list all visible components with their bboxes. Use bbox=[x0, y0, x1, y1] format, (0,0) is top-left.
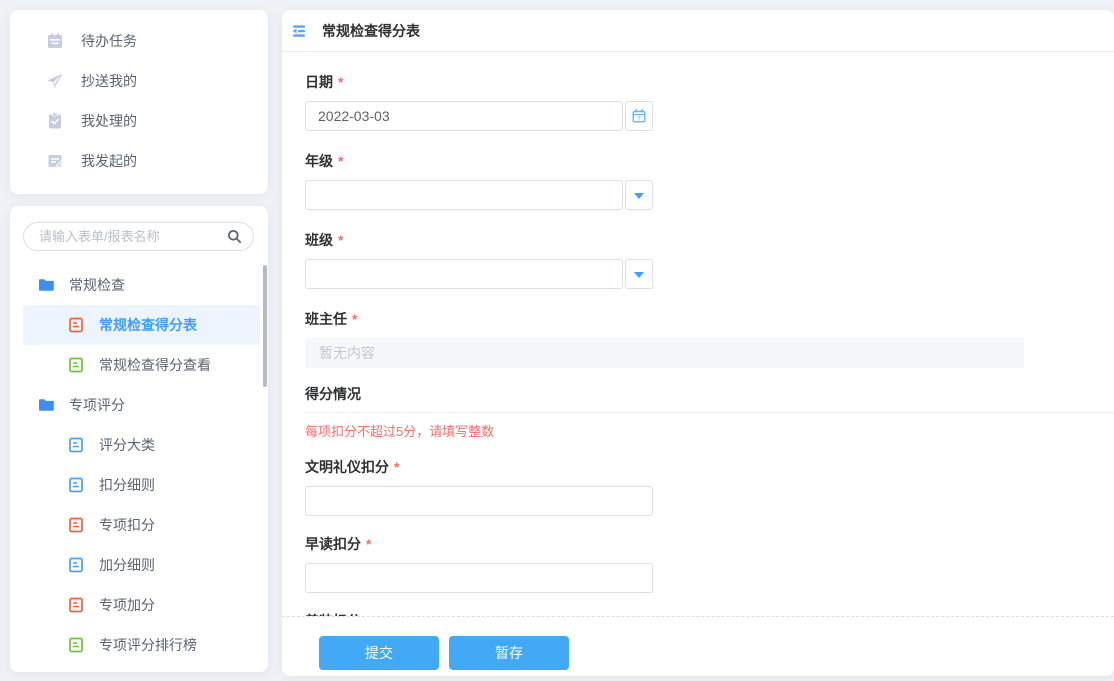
quick-item-handled-by-me[interactable]: 我处理的 bbox=[10, 101, 268, 141]
tree-item-deduction-rules[interactable]: 扣分细则 bbox=[23, 465, 260, 505]
required-mark: * bbox=[338, 74, 344, 90]
submit-button[interactable]: 提交 bbox=[319, 635, 439, 670]
required-mark: * bbox=[338, 153, 344, 169]
form-body: 日期* 7 年级* bbox=[282, 52, 1114, 616]
document-icon bbox=[68, 597, 84, 613]
caret-down-icon bbox=[634, 271, 644, 283]
field-label: 文明礼仪扣分 * bbox=[305, 459, 400, 475]
form-header: 常规检查得分表 bbox=[282, 10, 1114, 52]
form-detail-panel: 常规检查得分表 日期* 7 年级* bbox=[282, 10, 1114, 676]
calendar-picker-icon: 7 bbox=[631, 108, 647, 124]
field-label: 班级 * bbox=[305, 232, 344, 248]
svg-text:7: 7 bbox=[637, 115, 641, 122]
required-mark: * bbox=[338, 232, 344, 248]
tree-item-regular-check-score-view[interactable]: 常规检查得分查看 bbox=[23, 345, 260, 385]
tree-folder-regular-check[interactable]: 常规检查 bbox=[10, 265, 268, 305]
tree-item-label: 加分细则 bbox=[99, 557, 155, 573]
calendar-icon bbox=[46, 32, 64, 50]
required-mark: * bbox=[352, 311, 358, 327]
tree-item-score-categories[interactable]: 评分大类 bbox=[23, 425, 260, 465]
document-icon bbox=[68, 517, 84, 533]
quick-item-todo-tasks[interactable]: 待办任务 bbox=[10, 21, 268, 61]
field-label: 班主任 * bbox=[305, 311, 358, 327]
tree-item-label: 常规检查得分表 bbox=[99, 317, 197, 333]
grade-select-input[interactable] bbox=[305, 180, 623, 210]
document-icon bbox=[68, 317, 84, 333]
field-group-date: 日期* 7 bbox=[305, 72, 1090, 131]
tree-item-special-score-ranking[interactable]: 专项评分排行榜 bbox=[23, 625, 260, 665]
tree-item-special-bonus[interactable]: 专项加分 bbox=[23, 585, 260, 625]
tree-item-label: 扣分细则 bbox=[99, 477, 155, 493]
field-group-grade: 年级 * bbox=[305, 151, 1090, 210]
collapse-menu-icon[interactable] bbox=[290, 22, 308, 40]
date-input[interactable] bbox=[305, 101, 623, 131]
folder-icon bbox=[38, 397, 54, 413]
form-tree-panel: 常规检查 常规检查得分表 常规检查得分查看 专项评分 评分大类 扣分细则 bbox=[10, 206, 268, 672]
send-icon bbox=[46, 72, 64, 90]
tree-item-bonus-rules[interactable]: 加分细则 bbox=[23, 545, 260, 585]
tree-item-label: 评分大类 bbox=[99, 437, 155, 453]
document-edit-icon bbox=[46, 152, 64, 170]
tree-item-label: 专项加分 bbox=[99, 597, 155, 613]
grade-dropdown-button[interactable] bbox=[625, 180, 653, 210]
tree-item-label: 常规检查得分查看 bbox=[99, 357, 211, 373]
quick-menu-panel: 待办任务 抄送我的 我处理的 我发起的 bbox=[10, 10, 268, 194]
date-picker-button[interactable]: 7 bbox=[625, 101, 653, 131]
tree-item-regular-check-score-form[interactable]: 常规检查得分表 bbox=[23, 305, 260, 345]
save-draft-button[interactable]: 暂存 bbox=[449, 635, 569, 670]
tree-item-special-deduction[interactable]: 专项扣分 bbox=[23, 505, 260, 545]
quick-item-cc-to-me[interactable]: 抄送我的 bbox=[10, 61, 268, 101]
section-hint: 每项扣分不超过5分，请填写整数 bbox=[305, 424, 495, 439]
class-dropdown-button[interactable] bbox=[625, 259, 653, 289]
page-title: 常规检查得分表 bbox=[322, 22, 420, 39]
field-group-class: 班级 * bbox=[305, 230, 1090, 289]
tree-folder-special-score[interactable]: 专项评分 bbox=[10, 385, 268, 425]
manner-deduction-input[interactable] bbox=[305, 486, 653, 516]
tree-folder-label: 常规检查 bbox=[69, 277, 125, 293]
document-icon bbox=[68, 357, 84, 373]
required-mark: * bbox=[394, 459, 400, 475]
teacher-readonly-field: 暂无内容 bbox=[305, 338, 1024, 368]
field-group-morning-reading-deduction: 早读扣分 * bbox=[305, 534, 1090, 593]
field-group-manner-deduction: 文明礼仪扣分 * bbox=[305, 457, 1090, 516]
field-group-teacher: 班主任 * 暂无内容 bbox=[305, 309, 1090, 368]
search-icon[interactable] bbox=[227, 229, 242, 244]
quick-item-label: 待办任务 bbox=[81, 33, 137, 49]
tree-item-label: 专项评分排行榜 bbox=[99, 637, 197, 653]
required-mark: * bbox=[366, 536, 372, 552]
quick-item-label: 我发起的 bbox=[81, 153, 137, 169]
class-select-input[interactable] bbox=[305, 259, 623, 289]
document-icon bbox=[68, 437, 84, 453]
document-icon bbox=[68, 557, 84, 573]
clipboard-check-icon bbox=[46, 112, 64, 130]
field-label: 年级 * bbox=[305, 153, 344, 169]
field-label: 日期 * bbox=[305, 74, 344, 90]
caret-down-icon bbox=[634, 192, 644, 204]
tree-item-label: 专项扣分 bbox=[99, 517, 155, 533]
form-footer: 提交 暂存 bbox=[282, 616, 1114, 676]
document-icon bbox=[68, 637, 84, 653]
document-icon bbox=[68, 477, 84, 493]
search-input[interactable] bbox=[23, 222, 254, 251]
section-title-score: 得分情况 bbox=[305, 384, 1114, 413]
folder-icon bbox=[38, 277, 54, 293]
field-label: 早读扣分 * bbox=[305, 536, 372, 552]
quick-item-label: 我处理的 bbox=[81, 113, 137, 129]
form-search bbox=[23, 222, 254, 251]
quick-item-initiated-by-me[interactable]: 我发起的 bbox=[10, 141, 268, 181]
morning-reading-deduction-input[interactable] bbox=[305, 563, 653, 593]
sidebar-scrollbar[interactable] bbox=[263, 265, 267, 387]
tree-folder-label: 专项评分 bbox=[69, 397, 125, 413]
quick-item-label: 抄送我的 bbox=[81, 73, 137, 89]
